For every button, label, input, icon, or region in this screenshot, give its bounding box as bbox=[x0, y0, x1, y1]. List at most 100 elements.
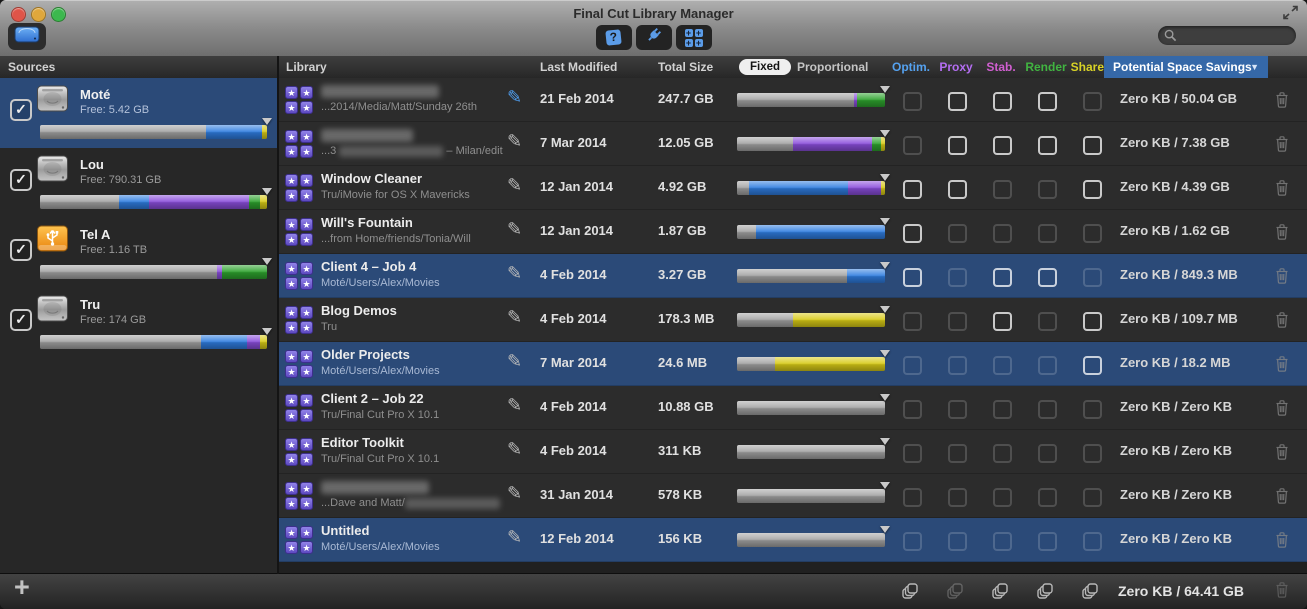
checkbox-stab[interactable] bbox=[993, 180, 1012, 199]
source-checkbox[interactable]: ✓ bbox=[10, 169, 32, 191]
rename-pencil-icon[interactable]: ✎ bbox=[507, 527, 522, 548]
header-toggle-stab[interactable]: Stab. bbox=[986, 56, 1015, 78]
table-row[interactable]: ★★★★Editor ToolkitTru/Final Cut Pro X 10… bbox=[279, 430, 1307, 474]
checkbox-optim[interactable] bbox=[903, 400, 922, 419]
checkbox-stab[interactable] bbox=[993, 136, 1012, 155]
checkbox-render[interactable] bbox=[1038, 92, 1057, 111]
checkbox-proxy[interactable] bbox=[948, 312, 967, 331]
checkbox-render[interactable] bbox=[1038, 356, 1057, 375]
checkbox-proxy[interactable] bbox=[948, 136, 967, 155]
checkbox-stab[interactable] bbox=[993, 92, 1012, 111]
checkbox-shared[interactable] bbox=[1083, 92, 1102, 111]
checkbox-stab[interactable] bbox=[993, 532, 1012, 551]
checkbox-render[interactable] bbox=[1038, 268, 1057, 287]
checkbox-shared[interactable] bbox=[1083, 356, 1102, 375]
rename-pencil-icon[interactable]: ✎ bbox=[507, 351, 522, 372]
table-row[interactable]: ★★★★Client 4 – Job 4Moté/Users/Alex/Movi… bbox=[279, 254, 1307, 298]
rename-pencil-icon[interactable]: ✎ bbox=[507, 219, 522, 240]
sidebar-item-tru[interactable]: ✓TruFree: 174 GB bbox=[0, 288, 277, 358]
search-input[interactable] bbox=[1177, 29, 1296, 43]
trash-icon[interactable] bbox=[1274, 487, 1290, 510]
apply-all-proxy-icon[interactable] bbox=[946, 581, 965, 605]
table-row[interactable]: ★★★★Older ProjectsMoté/Users/Alex/Movies… bbox=[279, 342, 1307, 386]
connect-button[interactable] bbox=[636, 25, 672, 50]
table-row[interactable]: ★★★★...3 – Milan/edit✎7 Mar 201412.05 GB… bbox=[279, 122, 1307, 166]
checkbox-render[interactable] bbox=[1038, 136, 1057, 155]
trash-icon[interactable] bbox=[1274, 223, 1290, 246]
checkbox-optim[interactable] bbox=[903, 136, 922, 155]
source-checkbox[interactable]: ✓ bbox=[10, 239, 32, 261]
checkbox-render[interactable] bbox=[1038, 224, 1057, 243]
savings-header[interactable]: Potential Space Savings ▼ bbox=[1104, 56, 1268, 78]
trash-icon[interactable] bbox=[1274, 399, 1290, 422]
checkbox-render[interactable] bbox=[1038, 444, 1057, 463]
checkbox-shared[interactable] bbox=[1083, 488, 1102, 507]
help-button[interactable]: ? bbox=[596, 25, 632, 50]
table-row[interactable]: ★★★★...2014/Media/Matt/Sunday 26th✎21 Fe… bbox=[279, 78, 1307, 122]
checkbox-render[interactable] bbox=[1038, 488, 1057, 507]
apply-all-stab-icon[interactable] bbox=[991, 581, 1010, 605]
checkbox-render[interactable] bbox=[1038, 180, 1057, 199]
sidebar-item-tel-a[interactable]: ✓Tel AFree: 1.16 TB bbox=[0, 218, 277, 288]
checkbox-proxy[interactable] bbox=[948, 488, 967, 507]
checkbox-proxy[interactable] bbox=[948, 356, 967, 375]
sidebar-item-moté[interactable]: ✓MotéFree: 5.42 GB bbox=[0, 78, 277, 148]
checkbox-optim[interactable] bbox=[903, 268, 922, 287]
apply-all-shared-icon[interactable] bbox=[1081, 581, 1100, 605]
checkbox-proxy[interactable] bbox=[948, 92, 967, 111]
checkbox-stab[interactable] bbox=[993, 356, 1012, 375]
checkbox-shared[interactable] bbox=[1083, 136, 1102, 155]
table-row[interactable]: ★★★★...Dave and Matt/✎31 Jan 2014578 KBZ… bbox=[279, 474, 1307, 518]
checkbox-optim[interactable] bbox=[903, 444, 922, 463]
checkbox-render[interactable] bbox=[1038, 312, 1057, 331]
table-row[interactable]: ★★★★Client 2 – Job 22Tru/Final Cut Pro X… bbox=[279, 386, 1307, 430]
rename-pencil-icon[interactable]: ✎ bbox=[507, 439, 522, 460]
checkbox-proxy[interactable] bbox=[948, 268, 967, 287]
checkbox-proxy[interactable] bbox=[948, 532, 967, 551]
rename-pencil-icon[interactable]: ✎ bbox=[507, 87, 522, 108]
checkbox-optim[interactable] bbox=[903, 224, 922, 243]
checkbox-proxy[interactable] bbox=[948, 224, 967, 243]
checkbox-shared[interactable] bbox=[1083, 444, 1102, 463]
trash-icon[interactable] bbox=[1274, 443, 1290, 466]
checkbox-stab[interactable] bbox=[993, 400, 1012, 419]
checkbox-proxy[interactable] bbox=[948, 444, 967, 463]
rename-pencil-icon[interactable]: ✎ bbox=[507, 175, 522, 196]
trash-icon[interactable] bbox=[1274, 531, 1290, 554]
trash-icon[interactable] bbox=[1274, 135, 1290, 158]
trash-icon[interactable] bbox=[1274, 267, 1290, 290]
checkbox-shared[interactable] bbox=[1083, 400, 1102, 419]
header-toggle-render[interactable]: Render bbox=[1025, 56, 1066, 78]
source-checkbox[interactable]: ✓ bbox=[10, 99, 32, 121]
checkbox-stab[interactable] bbox=[993, 488, 1012, 507]
footer-trash-icon[interactable] bbox=[1274, 581, 1290, 604]
rename-pencil-icon[interactable]: ✎ bbox=[507, 307, 522, 328]
checkbox-optim[interactable] bbox=[903, 312, 922, 331]
checkbox-stab[interactable] bbox=[993, 312, 1012, 331]
header-toggle-optim[interactable]: Optim. bbox=[892, 56, 930, 78]
rename-pencil-icon[interactable]: ✎ bbox=[507, 263, 522, 284]
proportional-mode-toggle[interactable]: Proportional bbox=[797, 56, 868, 78]
checkbox-render[interactable] bbox=[1038, 400, 1057, 419]
header-toggle-proxy[interactable]: Proxy bbox=[939, 56, 972, 78]
checkbox-stab[interactable] bbox=[993, 444, 1012, 463]
trash-icon[interactable] bbox=[1274, 355, 1290, 378]
checkbox-optim[interactable] bbox=[903, 180, 922, 199]
trash-icon[interactable] bbox=[1274, 91, 1290, 114]
apply-all-optim-icon[interactable] bbox=[901, 581, 920, 605]
trash-icon[interactable] bbox=[1274, 179, 1290, 202]
rename-pencil-icon[interactable]: ✎ bbox=[507, 131, 522, 152]
checkbox-optim[interactable] bbox=[903, 488, 922, 507]
checkbox-stab[interactable] bbox=[993, 224, 1012, 243]
checkbox-shared[interactable] bbox=[1083, 312, 1102, 331]
checkbox-optim[interactable] bbox=[903, 532, 922, 551]
table-row[interactable]: ★★★★Will's Fountain...from Home/friends/… bbox=[279, 210, 1307, 254]
checkbox-shared[interactable] bbox=[1083, 268, 1102, 287]
checkbox-shared[interactable] bbox=[1083, 532, 1102, 551]
sidebar-item-lou[interactable]: ✓LouFree: 790.31 GB bbox=[0, 148, 277, 218]
search-field[interactable] bbox=[1158, 26, 1296, 45]
source-checkbox[interactable]: ✓ bbox=[10, 309, 32, 331]
table-row[interactable]: ★★★★UntitledMoté/Users/Alex/Movies✎12 Fe… bbox=[279, 518, 1307, 562]
add-source-button[interactable]: + bbox=[14, 572, 30, 603]
checkbox-optim[interactable] bbox=[903, 92, 922, 111]
